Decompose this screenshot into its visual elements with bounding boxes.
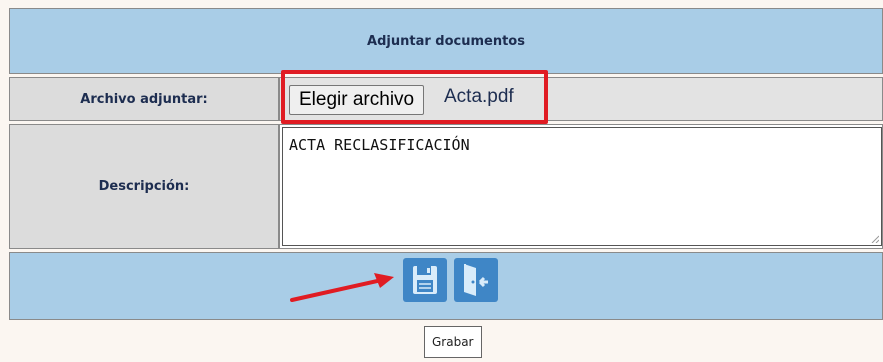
red-arrow-icon [290,273,394,302]
form-title: Adjuntar documentos [367,33,525,49]
floppy-disk-icon[interactable] [403,258,447,302]
attachment-label: Archivo adjuntar: [9,77,279,121]
description-label: Descripción: [9,124,279,249]
description-row: Descripción: ACTA RECLASIFICACIÓN [9,124,883,249]
resize-grip-icon[interactable] [871,235,879,243]
exit-door-icon[interactable] [454,258,498,302]
save-tooltip: Grabar [424,326,482,358]
attach-documents-form: Adjuntar documentos Archivo adjuntar: El… [9,8,883,320]
description-cell: ACTA RECLASIFICACIÓN [279,124,883,249]
actions-bar [9,252,883,320]
description-textarea[interactable]: ACTA RECLASIFICACIÓN [282,127,882,246]
red-highlight-box [281,70,548,124]
description-text: ACTA RECLASIFICACIÓN [289,136,470,154]
form-header: Adjuntar documentos [9,8,883,74]
